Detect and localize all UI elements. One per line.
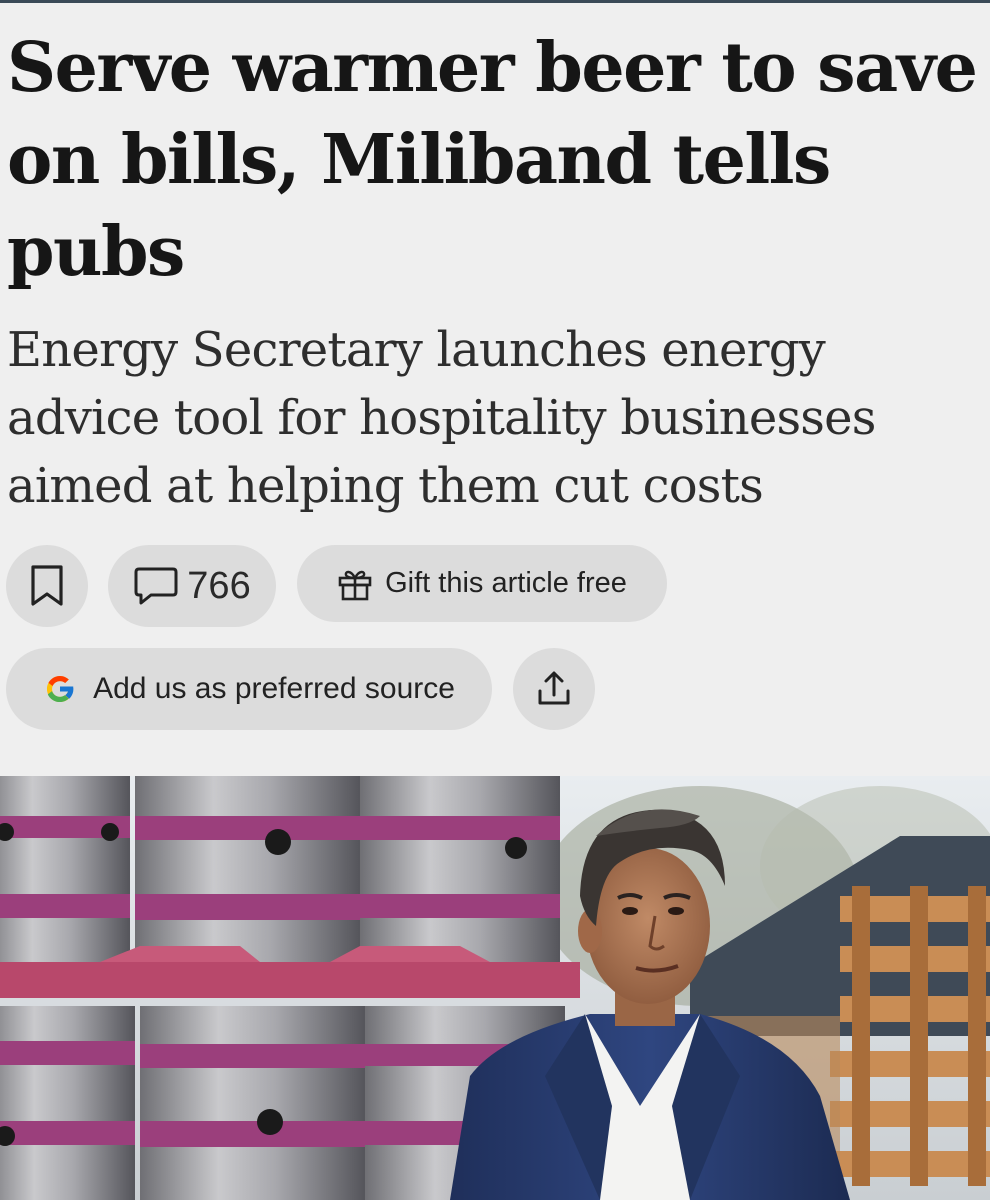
bookmark-button[interactable] <box>6 545 88 627</box>
hero-photo-illustration <box>0 776 990 1200</box>
article-page: Serve warmer beer to save on bills, Mili… <box>0 0 990 1200</box>
article-standfirst: Energy Secretary launches energy advice … <box>7 322 876 514</box>
gift-article-button[interactable]: Gift this article free <box>297 545 667 622</box>
share-button[interactable] <box>513 648 595 730</box>
google-g-logo-icon <box>47 675 74 703</box>
article-headline: Serve warmer beer to save on bills, Mili… <box>7 28 978 292</box>
gift-icon <box>338 570 372 600</box>
gift-article-label: Gift this article free <box>385 567 627 599</box>
speech-bubble-icon <box>134 567 178 605</box>
comments-button[interactable]: 766 <box>108 545 276 627</box>
top-border <box>0 0 990 3</box>
bookmark-icon <box>31 565 63 606</box>
add-preferred-source-button[interactable]: Add us as preferred source <box>6 648 492 730</box>
share-upload-icon <box>538 671 570 705</box>
preferred-source-label: Add us as preferred source <box>93 672 455 705</box>
comments-count: 766 <box>187 564 251 607</box>
article-hero-image <box>0 776 990 1200</box>
